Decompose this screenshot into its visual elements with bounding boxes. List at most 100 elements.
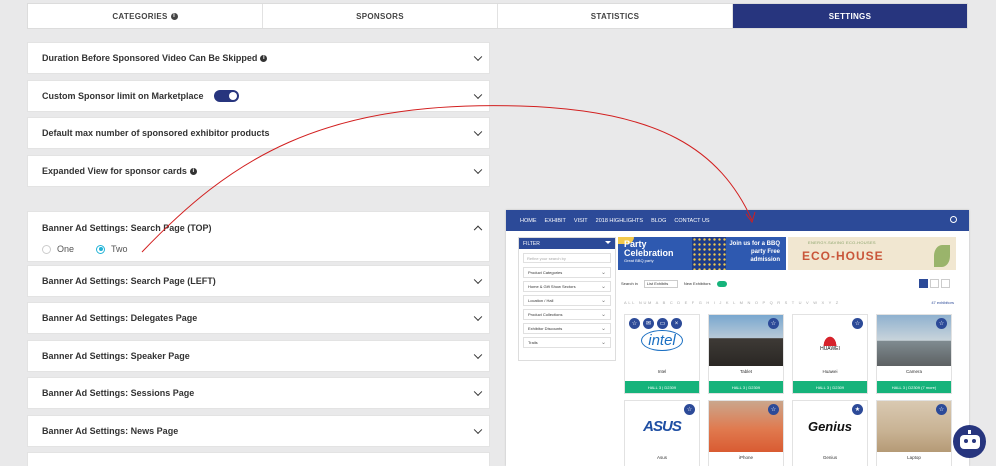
close-icon: × (671, 318, 682, 329)
info-icon[interactable]: i (260, 54, 268, 62)
chevron-down-icon[interactable] (473, 52, 483, 62)
card-footer: HALL 3 | D2309 (709, 381, 783, 393)
chevron-up-icon[interactable] (473, 225, 483, 235)
list-icon (941, 279, 950, 288)
tab-statistics[interactable]: STATISTICS (498, 4, 733, 28)
banner-eco-main: ECO-HOUSE (802, 249, 884, 263)
chatbot-button[interactable] (953, 425, 986, 458)
preview-alphabet: ALL NUM A B C D E F G H I J K L M N O P … (624, 300, 954, 305)
banner-dot-pattern (692, 237, 726, 270)
card-name: Camera (905, 369, 922, 374)
intel-logo: intel (641, 330, 683, 351)
preview-banner-party: Party Celebration Great BBQ party Join u… (618, 237, 786, 270)
radio-option-one[interactable]: One (42, 244, 74, 254)
preview-nav-item: BLOG (651, 217, 667, 224)
setting-next[interactable] (27, 452, 490, 466)
preview-select: List Exhibits (643, 279, 678, 288)
info-icon[interactable]: i (189, 167, 197, 175)
radio-label: Two (111, 244, 128, 254)
alphabet-letters: ALL NUM A B C D E F G H I J K L M N O P … (624, 300, 840, 305)
card-footer: HALL 3 | D2309 (793, 381, 867, 393)
radio-option-two[interactable]: Two (96, 244, 128, 254)
tab-categories-label: CATEGORIES (112, 11, 168, 21)
tab-settings[interactable]: SETTINGS (733, 4, 967, 28)
preview-filter-item: Product Collections (523, 309, 611, 320)
card-name: Laptop (907, 455, 921, 460)
preview-view-switch (919, 279, 950, 288)
radio-label: One (57, 244, 75, 254)
setting-news[interactable]: Banner Ad Settings: News Page (27, 415, 490, 447)
setting-expanded-view[interactable]: Expanded View for sponsor cards i (27, 155, 490, 187)
card-name: Tablet (739, 369, 752, 374)
setting-skip-duration[interactable]: Duration Before Sponsored Video Can Be S… (27, 42, 490, 74)
preview-filter-item: Product Categories (523, 267, 611, 278)
genius-logo: Genius (807, 419, 853, 434)
card-footer: HALL 3 | D2309 (625, 381, 699, 393)
calendar-icon: ▭ (657, 318, 668, 329)
exhibitor-card: intel ☆ ✉ ▭ × Intel HALL 3 | D2309 (624, 314, 700, 394)
card-name: iPhone (738, 455, 753, 460)
preview-nav-item: CONTACT US (674, 217, 710, 224)
setting-search-top-header[interactable]: Banner Ad Settings: Search Page (TOP) (28, 212, 489, 244)
setting-default-max[interactable]: Default max number of sponsored exhibito… (27, 117, 490, 149)
setting-label: Custom Sponsor limit on Marketplace (42, 91, 204, 101)
star-icon: ☆ (629, 318, 640, 329)
setting-label: Banner Ad Settings: News Page (42, 426, 179, 436)
exhibitor-card: ASUS ☆ Asus (624, 400, 700, 466)
chevron-down-icon[interactable] (473, 425, 483, 435)
preview-nav: HOME EXHIBIT VISIT 2018 HIGHLIGHTS BLOG … (506, 210, 969, 231)
chevron-down-icon[interactable] (473, 312, 483, 322)
star-icon: ☆ (936, 318, 947, 329)
chevron-down-icon[interactable] (473, 90, 483, 100)
preview-toggle (716, 280, 727, 287)
setting-label: Duration Before Sponsored Video Can Be S… (42, 53, 258, 63)
chevron-down-icon[interactable] (473, 127, 483, 137)
setting-search-left[interactable]: Banner Ad Settings: Search Page (LEFT) (27, 265, 490, 297)
logo-text: HUAWEI (820, 345, 840, 352)
banner-title: Party Celebration (624, 239, 674, 258)
preview-filter-item: Trails (523, 337, 611, 348)
custom-limit-toggle[interactable] (213, 90, 239, 102)
exhibitor-card: ☆ Laptop (876, 400, 952, 466)
tab-sponsors[interactable]: SPONSORS (263, 4, 498, 28)
chevron-down-icon[interactable] (473, 275, 483, 285)
radio-icon[interactable] (42, 244, 51, 254)
setting-label: Banner Ad Settings: Search Page (TOP) (42, 223, 212, 233)
preview-filter-item: Location / Hall (523, 295, 611, 306)
preview-filter-sidebar: FILTER Refine your search by Product Cat… (518, 237, 616, 361)
chevron-down-icon[interactable] (473, 165, 483, 175)
preview-nav-item: EXHIBIT (544, 217, 566, 224)
huawei-logo-icon (819, 329, 841, 346)
exhibitor-card: Genius ★ Genius (792, 400, 868, 466)
chevron-down-icon[interactable] (473, 387, 483, 397)
setting-sessions[interactable]: Banner Ad Settings: Sessions Page (27, 377, 490, 409)
preview-banner-eco: ENERGY-SAVING ECO-HOUSES ECO-HOUSE (788, 237, 956, 270)
chevron-down-icon[interactable] (473, 350, 483, 360)
tab-bar: CATEGORIES i SPONSORS STATISTICS SETTINGS (27, 3, 968, 29)
banner-subtitle: Great BBQ party (624, 258, 654, 263)
tab-categories[interactable]: CATEGORIES i (28, 4, 263, 28)
star-icon: ☆ (768, 318, 779, 329)
preview-search-in: Search in (621, 281, 638, 286)
tab-statistics-label: STATISTICS (590, 11, 640, 21)
preview-filter-header: FILTER (519, 238, 615, 249)
setting-label: Banner Ad Settings: Speaker Page (42, 351, 190, 361)
setting-search-top: Banner Ad Settings: Search Page (TOP) On… (27, 211, 490, 262)
asus-logo: ASUS (643, 418, 682, 435)
info-icon[interactable]: i (170, 12, 178, 20)
star-filled-icon: ★ (852, 404, 863, 415)
radio-selected-icon[interactable] (96, 244, 106, 254)
setting-label: Banner Ad Settings: Delegates Page (42, 313, 198, 323)
card-name: Genius (822, 455, 838, 460)
preview-nav-item: VISIT (573, 217, 588, 224)
setting-label: Expanded View for sponsor cards (42, 166, 187, 176)
setting-speaker[interactable]: Banner Ad Settings: Speaker Page (27, 340, 490, 372)
preview-filter-item: Home & Gift Show Sectors (523, 281, 611, 292)
star-icon: ☆ (768, 404, 779, 415)
grid-icon (919, 279, 928, 288)
mail-icon: ✉ (643, 318, 654, 329)
robot-icon (959, 434, 980, 449)
preview-nav-item: HOME (520, 217, 537, 224)
banner-eco-top: ENERGY-SAVING ECO-HOUSES (808, 240, 876, 245)
setting-delegates[interactable]: Banner Ad Settings: Delegates Page (27, 302, 490, 334)
